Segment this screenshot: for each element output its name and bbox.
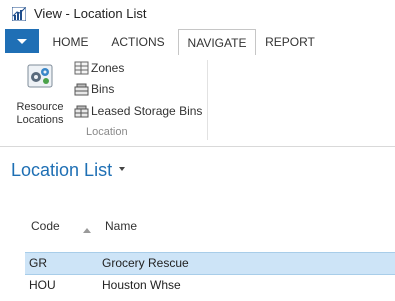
bins-icon [74,83,89,96]
ribbon-tab-bar: HOME ACTIONS NAVIGATE REPORT [0,29,395,56]
table-row-selected[interactable]: GR Grocery Rescue [25,252,395,275]
ribbon-group-label: Location [86,126,128,138]
sort-ascending-icon [83,228,91,233]
application-menu-button[interactable] [5,29,39,53]
resource-locations-button[interactable]: Resource Locations [13,61,67,127]
app-chart-icon [12,7,26,21]
tab-actions[interactable]: ACTIONS [103,29,173,54]
column-header-code[interactable]: Code [31,219,60,233]
cell-code: GR [29,256,47,270]
ribbon-group-separator [207,60,208,140]
title-bar: View - Location List [0,0,395,28]
window-title: View - Location List [34,6,147,21]
ribbon-panel: Resource Locations Zones Bins Leased Sto… [0,55,395,147]
page-title-menu-chevron-icon[interactable] [119,167,125,171]
leased-storage-bins-icon [74,105,89,118]
table-row[interactable]: HOU Houston Whse [25,275,395,296]
leased-storage-bins-label: Leased Storage Bins [91,104,203,118]
chevron-down-icon [17,39,27,44]
zones-label: Zones [91,61,125,75]
tab-navigate[interactable]: NAVIGATE [178,29,256,56]
zones-icon [74,61,89,75]
column-header-name[interactable]: Name [105,219,137,233]
tab-report[interactable]: REPORT [258,29,322,54]
cell-code: HOU [29,278,56,292]
bins-label: Bins [91,82,115,96]
resource-locations-icon [27,64,53,88]
cell-name: Grocery Rescue [102,256,189,270]
tab-home[interactable]: HOME [43,29,98,54]
resource-locations-label: Resource Locations [16,101,64,126]
page-title: Location List [11,160,113,180]
cell-name: Houston Whse [102,278,181,292]
